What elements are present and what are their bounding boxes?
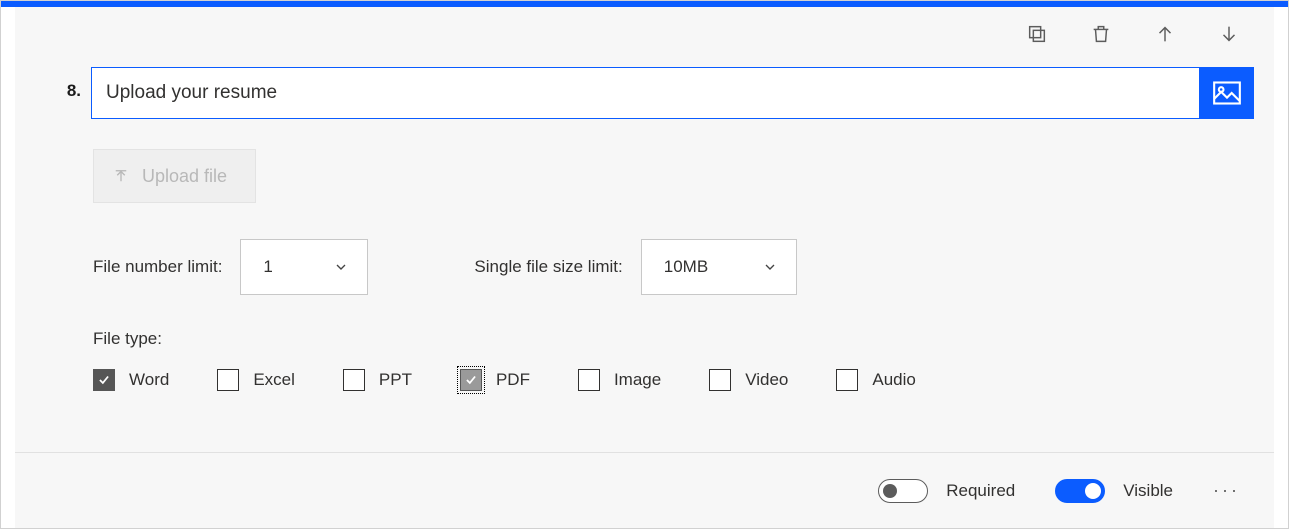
checkbox[interactable] — [578, 369, 600, 391]
file-type-label: Video — [745, 370, 788, 390]
file-type-label: File type: — [93, 329, 1254, 349]
question-card: 8. Upload file File number limit: 1 — [0, 0, 1289, 529]
insert-media-button[interactable] — [1200, 67, 1254, 119]
move-down-button[interactable] — [1218, 23, 1240, 45]
chevron-down-icon — [762, 259, 778, 275]
delete-button[interactable] — [1090, 23, 1112, 45]
file-type-option[interactable]: Audio — [836, 369, 915, 391]
file-size-limit-select[interactable]: 10MB — [641, 239, 797, 295]
file-number-limit-value: 1 — [263, 257, 272, 277]
limits-row: File number limit: 1 Single file size li… — [93, 239, 1254, 295]
file-type-label: PPT — [379, 370, 412, 390]
file-number-limit-label: File number limit: — [93, 257, 222, 277]
file-type-label: Image — [614, 370, 661, 390]
arrow-down-icon — [1218, 23, 1240, 45]
checkbox[interactable] — [343, 369, 365, 391]
checkbox[interactable] — [836, 369, 858, 391]
file-type-label: Word — [129, 370, 169, 390]
trash-icon — [1090, 23, 1112, 45]
card-footer: Required Visible ··· — [15, 452, 1274, 528]
checkbox[interactable] — [709, 369, 731, 391]
required-toggle-group: Required — [878, 479, 1015, 503]
question-toolbar — [15, 7, 1274, 61]
image-icon — [1213, 81, 1241, 105]
file-type-option[interactable]: PPT — [343, 369, 412, 391]
arrow-up-icon — [1154, 23, 1176, 45]
upload-file-button: Upload file — [93, 149, 256, 203]
file-number-limit-select[interactable]: 1 — [240, 239, 368, 295]
required-label: Required — [946, 481, 1015, 501]
checkbox[interactable] — [93, 369, 115, 391]
question-number: 8. — [47, 67, 91, 119]
file-type-option[interactable]: Excel — [217, 369, 295, 391]
file-size-limit-value: 10MB — [664, 257, 708, 277]
file-type-label: PDF — [496, 370, 530, 390]
file-type-row: Word Excel PPT PDF Image Video Audio — [93, 369, 1254, 391]
question-input-wrap — [91, 67, 1254, 119]
card-body: 8. Upload file File number limit: 1 — [15, 7, 1274, 528]
question-body: Upload file File number limit: 1 Single … — [15, 119, 1274, 391]
file-type-label: Audio — [872, 370, 915, 390]
upload-icon — [112, 167, 130, 185]
chevron-down-icon — [333, 259, 349, 275]
visible-toggle-group: Visible — [1055, 479, 1173, 503]
copy-icon — [1026, 23, 1048, 45]
file-type-option[interactable]: PDF — [460, 369, 530, 391]
file-type-option[interactable]: Word — [93, 369, 169, 391]
visible-toggle[interactable] — [1055, 479, 1105, 503]
question-title-input[interactable] — [91, 67, 1200, 119]
file-size-limit-label: Single file size limit: — [474, 257, 622, 277]
file-type-label: Excel — [253, 370, 295, 390]
upload-file-label: Upload file — [142, 166, 227, 187]
file-type-option[interactable]: Image — [578, 369, 661, 391]
duplicate-button[interactable] — [1026, 23, 1048, 45]
move-up-button[interactable] — [1154, 23, 1176, 45]
checkbox[interactable] — [217, 369, 239, 391]
question-title-row: 8. — [15, 67, 1274, 119]
file-number-limit-group: File number limit: 1 — [93, 239, 368, 295]
visible-label: Visible — [1123, 481, 1173, 501]
checkbox[interactable] — [460, 369, 482, 391]
required-toggle[interactable] — [878, 479, 928, 503]
more-options-button[interactable]: ··· — [1213, 480, 1240, 501]
file-type-option[interactable]: Video — [709, 369, 788, 391]
file-size-limit-group: Single file size limit: 10MB — [474, 239, 796, 295]
